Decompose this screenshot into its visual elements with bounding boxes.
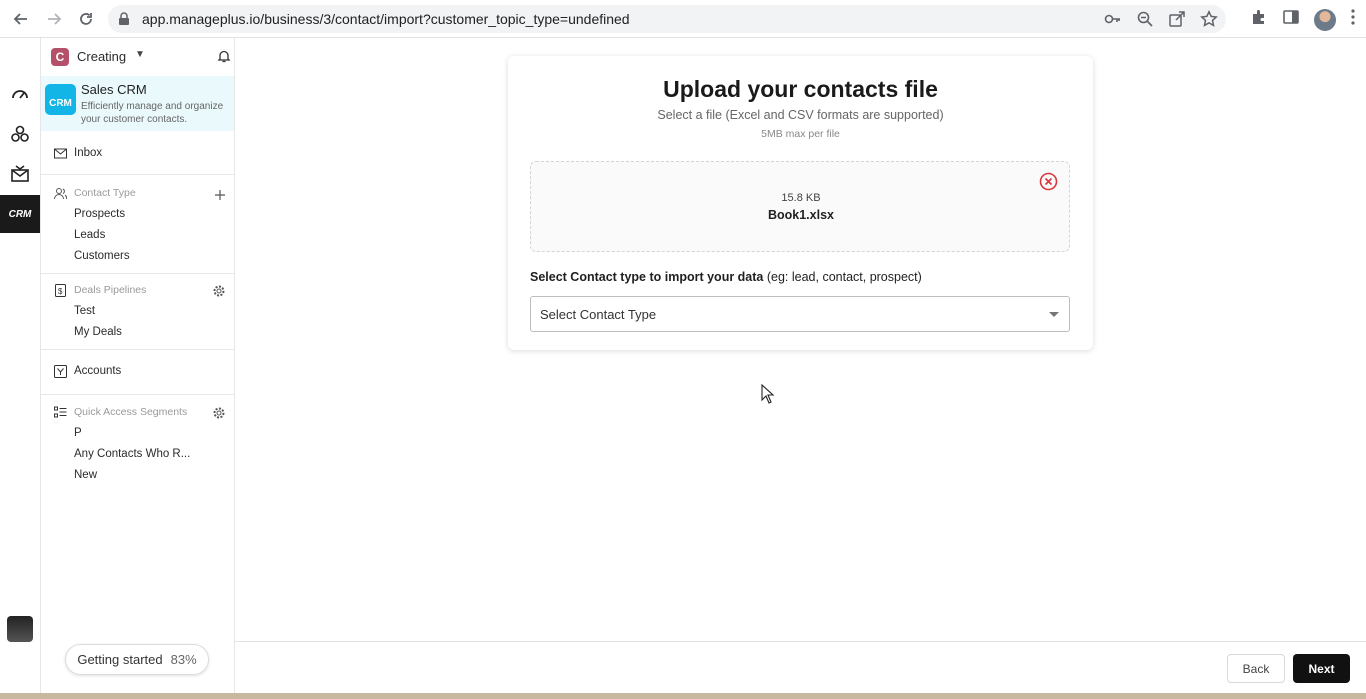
- dashboard-speedometer-icon[interactable]: [0, 75, 40, 113]
- os-taskbar-strip: [0, 693, 1366, 699]
- app-card-title: Sales CRM: [81, 82, 147, 97]
- extensions-icon[interactable]: [1250, 8, 1268, 31]
- app-card-description: Efficiently manage and organize your cus…: [81, 101, 224, 125]
- dollar-document-icon: $: [54, 284, 67, 302]
- sidebar-item-customers[interactable]: Customers: [74, 250, 130, 262]
- mouse-cursor-icon: [761, 383, 775, 409]
- back-arrow-icon[interactable]: [10, 8, 32, 30]
- divider: [41, 273, 234, 274]
- getting-started-percent: 83%: [170, 652, 197, 667]
- lock-icon: [118, 12, 130, 31]
- bookmark-star-icon[interactable]: [1200, 10, 1218, 33]
- circles-network-icon[interactable]: [0, 115, 40, 153]
- workspace-badge: C: [51, 48, 69, 66]
- page-title: Upload your contacts file: [663, 76, 938, 102]
- address-bar[interactable]: app.manageplus.io/business/3/contact/imp…: [108, 5, 1226, 33]
- kebab-menu-icon[interactable]: [1350, 8, 1356, 31]
- workspace-name: Creating: [77, 49, 127, 64]
- sidebar-item-accounts[interactable]: Accounts: [41, 362, 234, 382]
- section-heading: Deals Pipelines: [74, 284, 147, 296]
- workspace-switcher[interactable]: C Creating ▼: [10, 46, 235, 68]
- segments-section-header: Quick Access Segments: [41, 403, 234, 423]
- remove-file-close-icon[interactable]: [1039, 172, 1058, 196]
- getting-started-label: Getting started: [77, 652, 163, 667]
- sidebar-item-segment-new[interactable]: New: [74, 469, 97, 481]
- section-heading: Contact Type: [74, 187, 136, 199]
- sidebar-item-label: Inbox: [74, 147, 103, 159]
- divider: [41, 349, 234, 350]
- wizard-footer: Back Next: [235, 641, 1366, 693]
- zoom-out-icon[interactable]: [1136, 10, 1154, 33]
- sidebar: C Creating ▼ CRM Sales CRM Efficiently m…: [41, 38, 235, 699]
- gear-icon[interactable]: [213, 406, 225, 424]
- file-dropzone[interactable]: 15.8 KB Book1.xlsx: [530, 161, 1070, 252]
- sidebar-item-test[interactable]: Test: [74, 305, 95, 317]
- app-rail: CRM: [0, 38, 41, 699]
- chevron-down-icon: [1049, 312, 1059, 317]
- user-avatar[interactable]: [7, 616, 33, 642]
- deals-pipelines-section-header: $ Deals Pipelines: [41, 281, 234, 301]
- notification-bell-icon[interactable]: [217, 49, 231, 68]
- mail-campaign-icon[interactable]: [0, 155, 40, 193]
- crm-app-icon[interactable]: CRM: [0, 195, 40, 233]
- chevron-down-icon: ▼: [135, 49, 145, 60]
- accounts-icon: [54, 365, 67, 383]
- svg-text:$: $: [58, 287, 63, 296]
- sidebar-item-label: Accounts: [74, 365, 122, 377]
- add-contact-type-plus-icon[interactable]: [215, 187, 225, 205]
- profile-avatar[interactable]: [1314, 8, 1336, 31]
- sidebar-item-segment-p[interactable]: P: [74, 427, 82, 439]
- divider: [41, 174, 234, 175]
- upload-size-limit: 5MB max per file: [761, 128, 840, 140]
- section-heading: Quick Access Segments: [74, 406, 188, 418]
- sidebar-item-inbox[interactable]: Inbox: [41, 144, 234, 164]
- file-size: 15.8 KB: [781, 192, 821, 204]
- getting-started-button[interactable]: Getting started 83%: [65, 644, 209, 675]
- sidebar-item-segment-any-contacts[interactable]: Any Contacts Who R...: [74, 448, 190, 460]
- side-panel-icon[interactable]: [1282, 8, 1300, 31]
- main-content: Upload your contacts file Select a file …: [235, 38, 1366, 641]
- contact-type-select[interactable]: Select Contact Type: [530, 296, 1070, 332]
- back-button[interactable]: Back: [1227, 654, 1285, 683]
- crm-rail-label: CRM: [8, 208, 32, 220]
- key-icon[interactable]: [1104, 10, 1122, 33]
- browser-toolbar: app.manageplus.io/business/3/contact/imp…: [0, 0, 1366, 38]
- gear-icon[interactable]: [213, 284, 225, 302]
- share-icon[interactable]: [1168, 10, 1186, 33]
- sidebar-item-leads[interactable]: Leads: [74, 229, 105, 241]
- file-name: Book1.xlsx: [767, 208, 834, 222]
- select-placeholder: Select Contact Type: [540, 307, 657, 322]
- next-button[interactable]: Next: [1293, 654, 1350, 683]
- envelope-icon: [54, 147, 67, 165]
- list-segments-icon: [54, 406, 67, 424]
- users-icon: [54, 187, 68, 205]
- app-card-sales-crm[interactable]: CRM Sales CRM Efficiently manage and org…: [41, 76, 234, 131]
- upload-card: Upload your contacts file Select a file …: [508, 56, 1093, 350]
- url-text: app.manageplus.io/business/3/contact/imp…: [142, 11, 630, 27]
- forward-arrow-icon[interactable]: [43, 8, 65, 30]
- contact-type-select-label: Select Contact type to import your data …: [530, 270, 922, 284]
- divider: [41, 394, 234, 395]
- reload-icon[interactable]: [75, 8, 97, 30]
- sidebar-item-prospects[interactable]: Prospects: [74, 208, 125, 220]
- sidebar-item-my-deals[interactable]: My Deals: [74, 326, 122, 338]
- upload-subtitle: Select a file (Excel and CSV formats are…: [657, 108, 944, 122]
- crm-cloud-logo: CRM: [45, 84, 76, 115]
- contact-type-section-header: Contact Type: [41, 184, 234, 204]
